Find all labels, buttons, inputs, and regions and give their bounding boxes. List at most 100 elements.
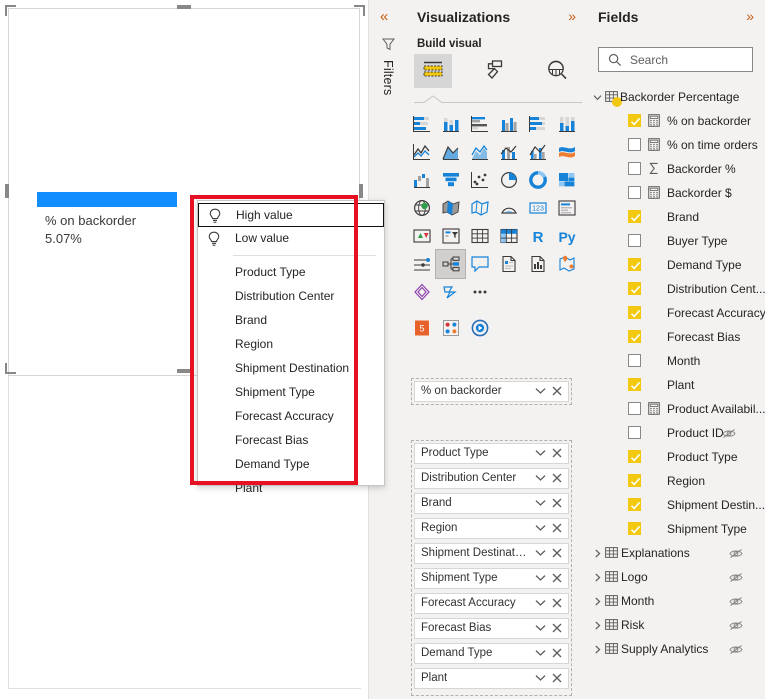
field-row[interactable]: Product Availabil...	[587, 397, 765, 421]
eye-slash-icon[interactable]	[729, 620, 743, 634]
chevron-right-icon[interactable]	[593, 597, 602, 609]
explain-chip[interactable]: Shipment Destination	[414, 543, 569, 564]
resize-handle-top-left[interactable]	[5, 5, 16, 16]
field-row[interactable]: Product ID	[587, 421, 765, 445]
fields-table-row[interactable]: Logo	[587, 565, 765, 589]
fields-table-row[interactable]: Month	[587, 589, 765, 613]
build-visual-tab[interactable]	[414, 54, 452, 88]
multi-row-card-button[interactable]	[552, 194, 581, 222]
visual-type-gallery[interactable]: 123 R Py 5	[407, 110, 585, 342]
close-x-icon[interactable]	[552, 385, 562, 399]
close-x-icon[interactable]	[552, 672, 562, 686]
context-menu-item[interactable]: Shipment Destination	[198, 357, 384, 381]
field-checkbox[interactable]	[628, 474, 641, 487]
stacked-area-chart-button[interactable]	[465, 138, 494, 166]
ribbon-chart-button[interactable]	[552, 138, 581, 166]
chevron-right-icon[interactable]	[593, 621, 602, 633]
fields-table-row[interactable]: Risk	[587, 613, 765, 637]
eye-slash-icon[interactable]	[729, 596, 743, 610]
field-checkbox[interactable]	[628, 450, 641, 463]
play-axis-button[interactable]	[465, 314, 494, 342]
line-chart-button[interactable]	[407, 138, 436, 166]
power-apps-button[interactable]	[407, 278, 436, 306]
chevron-down-icon[interactable]	[535, 598, 546, 610]
search-input[interactable]: Search	[598, 47, 753, 72]
stacked-column-chart-button[interactable]	[436, 110, 465, 138]
close-x-icon[interactable]	[552, 472, 562, 486]
chevron-down-icon[interactable]	[535, 623, 546, 635]
paginated-report-button[interactable]	[523, 250, 552, 278]
chevron-down-icon[interactable]	[535, 548, 546, 560]
field-row[interactable]: Backorder %	[587, 157, 765, 181]
field-checkbox[interactable]	[628, 258, 641, 271]
context-menu-item[interactable]: Forecast Bias	[198, 429, 384, 453]
eye-slash-icon[interactable]	[729, 548, 743, 562]
close-x-icon[interactable]	[552, 522, 562, 536]
context-menu-item[interactable]: High value	[198, 203, 384, 227]
decomposition-tree-button[interactable]	[435, 249, 466, 279]
azure-map-button[interactable]	[494, 194, 523, 222]
field-checkbox[interactable]	[628, 354, 641, 367]
field-row[interactable]: Demand Type	[587, 253, 765, 277]
line-and-stacked-column-chart-button[interactable]	[494, 138, 523, 166]
explain-chip[interactable]: Plant	[414, 668, 569, 689]
field-checkbox[interactable]	[628, 138, 641, 151]
chevron-down-icon[interactable]	[535, 473, 546, 485]
chevron-down-icon[interactable]	[593, 93, 602, 105]
area-chart-button[interactable]	[436, 138, 465, 166]
context-menu-item[interactable]: Plant	[198, 477, 384, 501]
double-chevron-right-icon[interactable]: »	[746, 9, 754, 23]
field-row[interactable]: Distribution Cent...	[587, 277, 765, 301]
context-menu-item[interactable]: Low value	[198, 227, 384, 251]
visual-gallery-button[interactable]	[436, 314, 465, 342]
shape-map-button[interactable]	[465, 194, 494, 222]
field-row[interactable]: Brand	[587, 205, 765, 229]
kpi-button[interactable]	[407, 222, 436, 250]
field-row[interactable]: Forecast Bias	[587, 325, 765, 349]
field-checkbox[interactable]	[628, 162, 641, 175]
field-checkbox[interactable]	[628, 402, 641, 415]
fields-table-row[interactable]: Explanations	[587, 541, 765, 565]
chevron-down-icon[interactable]	[535, 673, 546, 685]
analyze-field-well[interactable]: % on backorder	[411, 378, 572, 405]
table-button[interactable]	[465, 222, 494, 250]
arcgis-map-button[interactable]	[552, 250, 581, 278]
r-script-visual-button[interactable]: R	[523, 222, 552, 250]
field-row[interactable]: Buyer Type	[587, 229, 765, 253]
field-row[interactable]: Shipment Destin...	[587, 493, 765, 517]
explain-by-field-well[interactable]: Product Type Distribution Center Brand Regi…	[411, 440, 572, 696]
close-x-icon[interactable]	[552, 572, 562, 586]
funnel-chart-button[interactable]	[436, 166, 465, 194]
html-content-button[interactable]: 5	[407, 314, 436, 342]
field-row[interactable]: Plant	[587, 373, 765, 397]
explain-chip[interactable]: Product Type	[414, 443, 569, 464]
scatter-chart-button[interactable]	[465, 166, 494, 194]
context-menu-item[interactable]: Region	[198, 333, 384, 357]
resize-handle-bottom-center[interactable]	[177, 369, 191, 373]
eye-slash-icon[interactable]	[729, 572, 743, 586]
field-checkbox[interactable]	[628, 114, 641, 127]
smart-narrative-button[interactable]	[494, 250, 523, 278]
clustered-bar-chart-button[interactable]	[465, 110, 494, 138]
power-automate-button[interactable]	[436, 278, 465, 306]
field-checkbox[interactable]	[628, 330, 641, 343]
chevron-down-icon[interactable]	[535, 523, 546, 535]
field-checkbox[interactable]	[628, 426, 641, 439]
close-x-icon[interactable]	[552, 597, 562, 611]
field-row[interactable]: Backorder $	[587, 181, 765, 205]
donut-chart-button[interactable]	[523, 166, 552, 194]
chevron-down-icon[interactable]	[535, 498, 546, 510]
field-row[interactable]: % on time orders	[587, 133, 765, 157]
double-chevron-right-icon[interactable]: »	[568, 9, 576, 23]
double-chevron-left-icon[interactable]: «	[380, 9, 388, 24]
explain-chip[interactable]: Distribution Center	[414, 468, 569, 489]
eye-slash-icon[interactable]	[729, 644, 743, 658]
resize-handle-bottom-left[interactable]	[5, 363, 16, 374]
field-row[interactable]: Region	[587, 469, 765, 493]
close-x-icon[interactable]	[552, 647, 562, 661]
line-and-clustered-column-chart-button[interactable]	[523, 138, 552, 166]
field-checkbox[interactable]	[628, 186, 641, 199]
analytics-tab[interactable]	[538, 54, 576, 88]
field-row[interactable]: Forecast Accuracy	[587, 301, 765, 325]
chevron-down-icon[interactable]	[535, 648, 546, 660]
